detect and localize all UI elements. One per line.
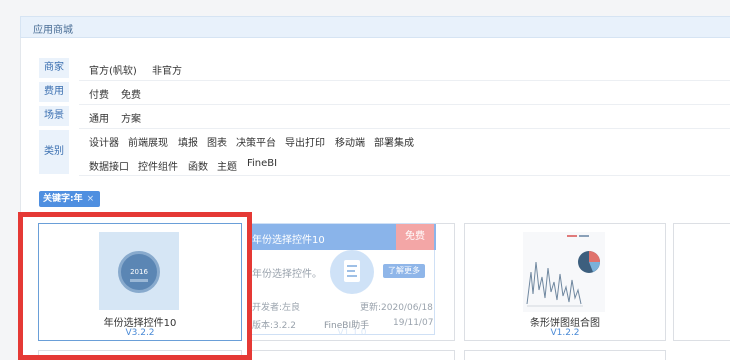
plugin-card[interactable] — [38, 350, 242, 360]
calendar-icon: 2016 — [118, 251, 160, 293]
plugin-version: V3.2.2 — [125, 328, 155, 338]
filter-option-designer[interactable]: 设计器 — [89, 134, 119, 149]
hover-description: 年份选择控件。 — [252, 269, 322, 280]
filter-option-data-interface[interactable]: 数据接口 — [89, 158, 129, 173]
hover-published: 19/11/07 — [393, 318, 434, 328]
filter-option-fill[interactable]: 填报 — [178, 134, 198, 149]
plugin-card[interactable] — [673, 223, 730, 341]
plugin-card[interactable]: 2016 年份选择控件10 V3.2.2 — [38, 223, 242, 341]
filter-option-frontend[interactable]: 前端展现 — [128, 134, 168, 149]
filter-option-deploy[interactable]: 部署集成 — [374, 134, 414, 149]
plugin-card[interactable] — [249, 350, 455, 360]
section-title: 应用商城 — [33, 25, 73, 36]
filter-option-function[interactable]: 函数 — [188, 158, 208, 173]
app-store-page: 应用商城 商家 官方(帆软) 非官方 费用 付费 免费 场景 通用 方案 类别 … — [0, 0, 730, 360]
hover-developer: 开发者:左良 — [252, 303, 301, 313]
filter-option-solution[interactable]: 方案 — [121, 110, 141, 125]
filter-option-finebi[interactable]: FineBI — [247, 158, 277, 169]
filter-option-free[interactable]: 免费 — [121, 86, 141, 101]
filter-label-category: 类别 — [39, 130, 69, 174]
keyword-tag-label: 关键字:年 — [43, 194, 83, 204]
filter-label-scene: 场景 — [39, 106, 69, 126]
filter-and-results-panel: 商家 官方(帆软) 非官方 费用 付费 免费 场景 通用 方案 类别 设计器 前… — [20, 38, 730, 360]
keyword-tag: 关键字:年 × — [39, 191, 101, 207]
plugin-name[interactable]: 年份选择控件10 — [39, 314, 241, 329]
section-header: 应用商城 — [20, 16, 730, 38]
filter-option-export[interactable]: 导出打印 — [285, 134, 325, 149]
filter-option-widget[interactable]: 控件组件 — [138, 158, 178, 173]
close-icon[interactable]: × — [87, 194, 95, 204]
filter-label-vendor: 商家 — [39, 58, 69, 78]
hover-updated: 更新:2020/06/18 — [360, 303, 433, 313]
filter-option-mobile[interactable]: 移动端 — [335, 134, 365, 149]
learn-more-button[interactable]: 了解更多 — [383, 264, 425, 278]
bar-pie-chart-thumbnail — [523, 232, 605, 312]
plugin-version: V1.2.2 — [550, 328, 580, 338]
filter-divider — [79, 175, 730, 176]
plugin-hover-detail[interactable]: 年份选择控件10 免费 年份选择控件。 了解更多 开发者:左良 更新:2020/… — [249, 223, 436, 335]
hover-version: 版本:3.2.2 — [252, 321, 296, 331]
filter-divider — [79, 80, 730, 81]
hover-title: 年份选择控件10 — [252, 235, 325, 246]
free-badge: 免费 — [396, 224, 434, 250]
plugin-name: FineBI助手 — [324, 321, 370, 331]
filter-option-chart[interactable]: 图表 — [207, 134, 227, 149]
thumbnail-year: 2016 — [130, 268, 148, 276]
filter-option-paid[interactable]: 付费 — [89, 86, 109, 101]
filter-divider — [79, 128, 730, 129]
filter-divider — [79, 104, 730, 105]
plugin-card[interactable]: 条形饼图组合图 V1.2.2 — [464, 223, 666, 341]
filter-label-fee: 费用 — [39, 82, 69, 102]
plugin-name[interactable]: 条形饼图组合图 — [465, 314, 665, 329]
filter-option-unofficial[interactable]: 非官方 — [152, 62, 182, 77]
plugin-card[interactable] — [464, 350, 666, 360]
plugin-thumbnail: 2016 — [99, 232, 179, 310]
filter-option-theme[interactable]: 主题 — [217, 158, 237, 173]
filter-option-platform[interactable]: 决策平台 — [236, 134, 276, 149]
document-icon — [330, 250, 374, 294]
filter-option-official[interactable]: 官方(帆软) — [89, 62, 137, 77]
filter-option-general[interactable]: 通用 — [89, 110, 109, 125]
